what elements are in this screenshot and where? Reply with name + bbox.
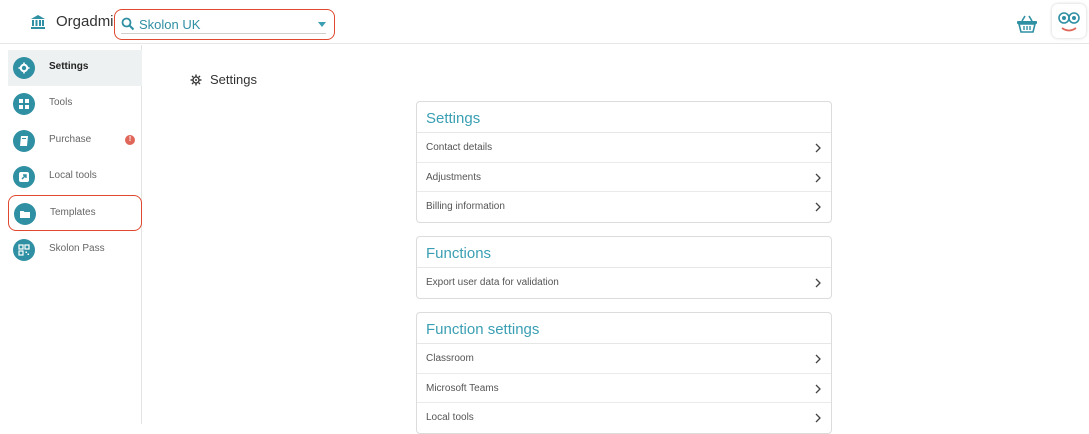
notification-badge: ! bbox=[125, 135, 135, 145]
row-classroom[interactable]: Classroom bbox=[417, 344, 831, 374]
functions-card: Functions Export user data for validatio… bbox=[416, 236, 832, 299]
avatar-face-icon bbox=[1058, 12, 1080, 32]
external-link-icon bbox=[13, 166, 35, 188]
card-title: Settings bbox=[417, 102, 831, 133]
row-billing-information[interactable]: Billing information bbox=[417, 192, 831, 222]
chevron-right-icon bbox=[815, 143, 821, 153]
row-label: Microsoft Teams bbox=[426, 382, 499, 394]
card-title: Functions bbox=[417, 237, 831, 268]
book-icon bbox=[13, 130, 35, 152]
grid-icon bbox=[13, 93, 35, 115]
sidebar-item-label: Tools bbox=[49, 97, 73, 108]
folder-icon bbox=[14, 203, 36, 225]
app-title: Orgadmin bbox=[56, 13, 122, 30]
row-export-user-data[interactable]: Export user data for validation bbox=[417, 268, 831, 298]
chevron-right-icon bbox=[815, 202, 821, 212]
gear-icon bbox=[13, 57, 35, 79]
sidebar-item-label: Skolon Pass bbox=[49, 243, 105, 254]
sidebar-item-tools[interactable]: Tools bbox=[8, 86, 142, 122]
row-adjustments[interactable]: Adjustments bbox=[417, 163, 831, 192]
chevron-right-icon bbox=[815, 413, 821, 423]
page-title-text: Settings bbox=[210, 72, 257, 87]
sidebar: Settings Tools Purchase ! Local tools Te… bbox=[0, 45, 142, 424]
skolon-avatar[interactable] bbox=[1052, 4, 1086, 38]
gear-icon bbox=[190, 74, 202, 85]
search-icon bbox=[121, 17, 135, 31]
institution-icon bbox=[31, 15, 45, 29]
sidebar-item-purchase[interactable]: Purchase ! bbox=[8, 123, 142, 159]
sidebar-item-label: Local tools bbox=[49, 170, 97, 181]
chevron-right-icon bbox=[815, 173, 821, 182]
card-title: Function settings bbox=[417, 313, 831, 344]
settings-card: Settings Contact details Adjustments Bil… bbox=[416, 101, 832, 223]
row-label: Contact details bbox=[426, 142, 493, 153]
function-settings-card: Function settings Classroom Microsoft Te… bbox=[416, 312, 832, 434]
select-underline bbox=[121, 33, 326, 34]
row-contact-details[interactable]: Contact details bbox=[417, 133, 831, 163]
sidebar-item-label: Templates bbox=[50, 207, 96, 218]
sidebar-item-templates[interactable]: Templates bbox=[8, 195, 142, 231]
chevron-right-icon bbox=[815, 278, 821, 288]
sidebar-item-settings[interactable]: Settings bbox=[8, 50, 142, 86]
sidebar-item-label: Purchase bbox=[49, 134, 92, 145]
sidebar-item-skolon-pass[interactable]: Skolon Pass bbox=[8, 232, 142, 268]
top-bar: Orgadmin Skolon UK bbox=[0, 0, 1089, 44]
row-label: Local tools bbox=[426, 412, 474, 423]
page-title: Settings bbox=[190, 72, 257, 87]
row-label: Classroom bbox=[426, 353, 474, 364]
row-label: Export user data for validation bbox=[426, 277, 559, 288]
qr-icon bbox=[13, 239, 35, 261]
chevron-right-icon bbox=[815, 354, 821, 364]
row-local-tools[interactable]: Local tools bbox=[417, 403, 831, 433]
organization-select[interactable]: Skolon UK bbox=[114, 9, 335, 40]
organization-select-value: Skolon UK bbox=[139, 17, 201, 32]
basket-icon[interactable] bbox=[1016, 15, 1038, 33]
sidebar-item-local-tools[interactable]: Local tools bbox=[8, 159, 142, 195]
caret-down-icon[interactable] bbox=[318, 22, 326, 27]
row-label: Adjustments bbox=[426, 171, 482, 183]
row-label: Billing information bbox=[426, 201, 505, 212]
row-microsoft-teams[interactable]: Microsoft Teams bbox=[417, 374, 831, 403]
chevron-right-icon bbox=[815, 384, 821, 393]
sidebar-item-label: Settings bbox=[49, 61, 89, 72]
